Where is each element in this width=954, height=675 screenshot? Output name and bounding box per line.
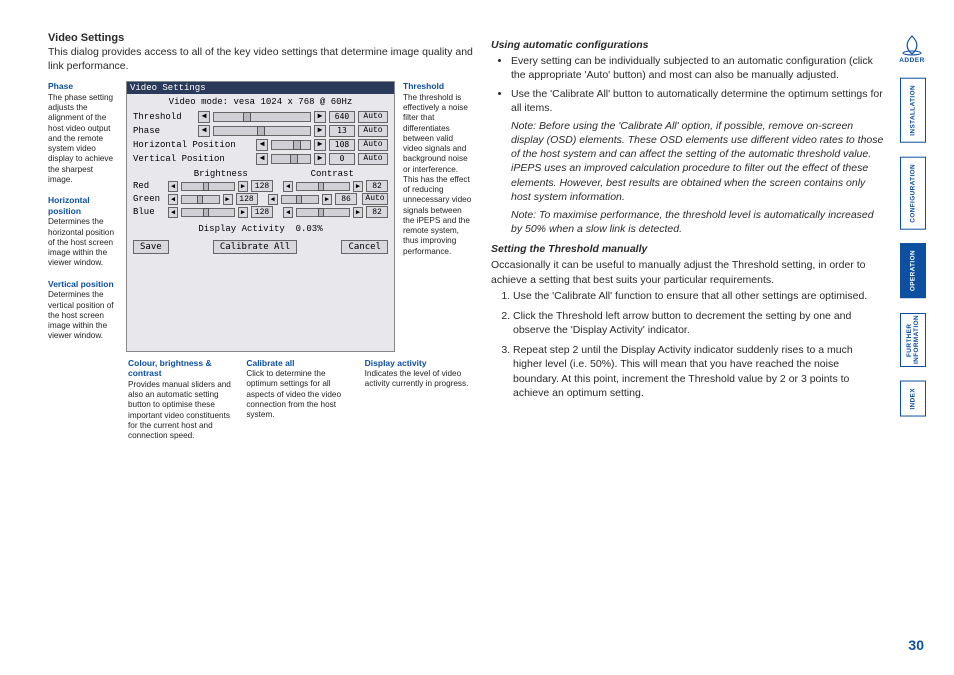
phase-left-arrow[interactable]: ◀ [198, 125, 210, 137]
annot-vertical: Vertical position Determines the vertica… [48, 279, 118, 342]
green-c-auto[interactable]: Auto [362, 193, 388, 205]
blue-b-val: 128 [251, 206, 273, 218]
bc-header: Brightness Contrast [133, 169, 388, 179]
page-intro: This dialog provides access to all of th… [48, 46, 473, 73]
blue-c-left[interactable]: ◀ [283, 207, 293, 218]
display-activity: Display Activity 0.03% [133, 224, 388, 234]
intro-threshold-manual: Occasionally it can be useful to manuall… [491, 258, 884, 286]
phase-right-arrow[interactable]: ▶ [314, 125, 326, 137]
step-1: Use the 'Calibrate All' function to ensu… [513, 289, 884, 303]
hpos-auto-button[interactable]: Auto [358, 139, 388, 151]
hpos-left-arrow[interactable]: ◀ [256, 139, 268, 151]
threshold-right-arrow[interactable]: ▶ [314, 111, 326, 123]
green-label: Green [133, 194, 165, 204]
red-label: Red [133, 181, 165, 191]
vpos-label: Vertical Position [133, 154, 253, 164]
phase-value: 13 [329, 125, 355, 137]
green-c-left[interactable]: ◀ [268, 194, 278, 205]
vpos-left-arrow[interactable]: ◀ [256, 153, 268, 165]
blue-c-right[interactable]: ▶ [353, 207, 363, 218]
annot-activity: Display activity Indicates the level of … [365, 358, 473, 442]
red-b-val: 128 [251, 180, 273, 192]
red-b-right[interactable]: ▶ [238, 181, 248, 192]
red-c-val: 82 [366, 180, 388, 192]
nav-configuration[interactable]: CONFIGURATION [900, 157, 926, 230]
annot-calibrate: Calibrate all Click to determine the opt… [246, 358, 354, 442]
blue-label: Blue [133, 207, 165, 217]
hpos-slider[interactable] [271, 140, 311, 150]
green-b-val: 128 [236, 193, 258, 205]
hpos-right-arrow[interactable]: ▶ [314, 139, 326, 151]
red-c-slider[interactable] [296, 182, 350, 191]
hpos-label: Horizontal Position [133, 140, 253, 150]
video-settings-dialog: Video Settings Video mode: vesa 1024 x 7… [126, 81, 395, 351]
calibrate-all-button[interactable]: Calibrate All [213, 240, 297, 254]
blue-b-left[interactable]: ◀ [168, 207, 178, 218]
annot-phase: Phase The phase setting adjusts the alig… [48, 81, 118, 185]
bullet-auto-1: Every setting can be individually subjec… [511, 54, 884, 82]
annot-threshold: Threshold The threshold is effectively a… [403, 81, 473, 257]
save-button[interactable]: Save [133, 240, 169, 254]
nav-further-information[interactable]: FURTHER INFORMATION [900, 313, 926, 367]
blue-c-slider[interactable] [296, 208, 350, 217]
vpos-value: 0 [329, 153, 355, 165]
green-b-right[interactable]: ▶ [223, 194, 233, 205]
video-mode-label: Video mode: vesa 1024 x 768 @ 60Hz [133, 97, 388, 107]
nav-operation[interactable]: OPERATION [900, 243, 926, 298]
vpos-auto-button[interactable]: Auto [358, 153, 388, 165]
annot-colour: Colour, brightness & contrast Provides m… [128, 358, 236, 442]
green-b-slider[interactable] [181, 195, 220, 204]
side-nav: INSTALLATION CONFIGURATION OPERATION FUR… [890, 78, 934, 430]
green-b-left[interactable]: ◀ [168, 194, 178, 205]
blue-b-slider[interactable] [181, 208, 235, 217]
cancel-button[interactable]: Cancel [341, 240, 388, 254]
page-number: 30 [908, 637, 924, 653]
vpos-slider[interactable] [271, 154, 311, 164]
vpos-right-arrow[interactable]: ▶ [314, 153, 326, 165]
red-c-left[interactable]: ◀ [283, 181, 293, 192]
hpos-value: 108 [329, 139, 355, 151]
nav-index[interactable]: INDEX [900, 381, 926, 417]
dialog-titlebar: Video Settings [127, 82, 394, 94]
heading-threshold-manual: Setting the Threshold manually [491, 242, 884, 256]
green-c-right[interactable]: ▶ [322, 194, 332, 205]
annot-horizontal: Horizontal position Determines the horiz… [48, 195, 118, 269]
phase-slider[interactable] [213, 126, 311, 136]
threshold-left-arrow[interactable]: ◀ [198, 111, 210, 123]
blue-b-right[interactable]: ▶ [238, 207, 248, 218]
blue-c-val: 82 [366, 206, 388, 218]
step-3: Repeat step 2 until the Display Activity… [513, 343, 884, 400]
threshold-slider[interactable] [213, 112, 311, 122]
threshold-label: Threshold [133, 112, 195, 122]
brand-logo: ADDER [894, 34, 930, 64]
step-2: Click the Threshold left arrow button to… [513, 309, 884, 337]
phase-label: Phase [133, 126, 195, 136]
threshold-value: 640 [329, 111, 355, 123]
red-c-right[interactable]: ▶ [353, 181, 363, 192]
red-b-slider[interactable] [181, 182, 235, 191]
green-c-slider[interactable] [281, 195, 320, 204]
phase-auto-button[interactable]: Auto [358, 125, 388, 137]
note-slowlink: Note: To maximise performance, the thres… [511, 208, 884, 236]
page-title: Video Settings [48, 32, 473, 44]
green-c-val: 86 [335, 193, 357, 205]
nav-installation[interactable]: INSTALLATION [900, 78, 926, 143]
note-osd: Note: Before using the 'Calibrate All' o… [511, 119, 884, 204]
heading-auto-config: Using automatic configurations [491, 38, 884, 52]
red-b-left[interactable]: ◀ [168, 181, 178, 192]
bullet-auto-2: Use the 'Calibrate All' button to automa… [511, 87, 884, 115]
threshold-auto-button[interactable]: Auto [358, 111, 388, 123]
